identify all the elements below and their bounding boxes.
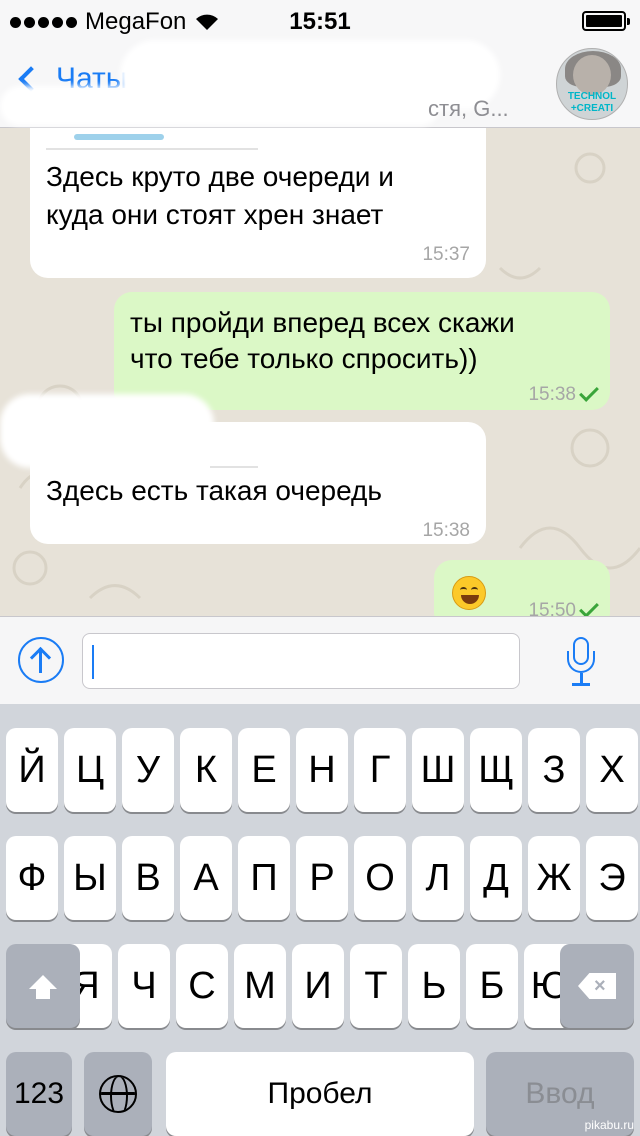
nav-bar: Чаты стя, G... TECHNOL +CREATI — [0, 40, 640, 128]
key-Ф[interactable]: Ф — [6, 836, 58, 920]
sender-name-redacted — [74, 134, 164, 140]
key-А[interactable]: А — [180, 836, 232, 920]
attach-upload-button[interactable] — [18, 637, 64, 683]
key-В[interactable]: В — [122, 836, 174, 920]
space-key[interactable]: Пробел — [166, 1052, 474, 1136]
avatar[interactable]: TECHNOL +CREATI — [556, 48, 628, 120]
key-Ь[interactable]: Ь — [408, 944, 460, 1028]
backspace-key[interactable]: × — [560, 944, 634, 1028]
message-text-line: Здесь есть такая очередь — [46, 475, 382, 506]
key-С[interactable]: С — [176, 944, 228, 1028]
message-bubble-incoming[interactable]: Здесь круто две очереди и куда они стоят… — [30, 128, 486, 278]
key-Х[interactable]: Х — [586, 728, 638, 812]
key-Ч[interactable]: Ч — [118, 944, 170, 1028]
key-Л[interactable]: Л — [412, 836, 464, 920]
message-text-line: куда они стоят хрен знает — [46, 199, 384, 230]
status-bar: MegaFon 15:51 — [0, 0, 640, 40]
chat-area[interactable]: Здесь круто две очереди и куда они стоят… — [0, 128, 640, 616]
message-text-line: ты пройди вперед всех скажи — [130, 307, 515, 338]
message-input[interactable] — [82, 633, 520, 689]
battery-icon — [582, 11, 630, 31]
message-bubble-outgoing[interactable]: ты пройди вперед всех скажи что тебе тол… — [114, 292, 610, 410]
watermark: pikabu.ru — [584, 1118, 634, 1132]
redacted-sender-name — [0, 394, 214, 468]
key-И[interactable]: И — [292, 944, 344, 1028]
key-Т[interactable]: Т — [350, 944, 402, 1028]
grinning-face-emoji-icon — [452, 576, 486, 610]
key-М[interactable]: М — [234, 944, 286, 1028]
message-bubble-outgoing[interactable]: 15:50 — [434, 560, 610, 616]
message-text-line: что тебе только спросить)) — [130, 343, 478, 374]
keyboard: ЙЦУКЕНГШЩЗХ ФЫВАПРОЛДЖЭ ЯЧСМИТЬБЮ × 123 … — [0, 704, 640, 1136]
arrow-up-icon — [29, 646, 52, 669]
shift-key[interactable] — [6, 944, 80, 1028]
globe-key[interactable] — [84, 1052, 152, 1136]
key-Э[interactable]: Э — [586, 836, 638, 920]
microphone-icon[interactable] — [566, 637, 596, 691]
key-Г[interactable]: Г — [354, 728, 406, 812]
message-input-bar — [0, 616, 640, 704]
avatar-text-line1: TECHNOL — [567, 91, 617, 102]
key-Р[interactable]: Р — [296, 836, 348, 920]
numbers-key[interactable]: 123 — [6, 1052, 72, 1136]
key-У[interactable]: У — [122, 728, 174, 812]
message-time: 15:38 — [528, 384, 576, 405]
key-Щ[interactable]: Щ — [470, 728, 522, 812]
key-К[interactable]: К — [180, 728, 232, 812]
key-П[interactable]: П — [238, 836, 290, 920]
key-Ш[interactable]: Ш — [412, 728, 464, 812]
key-Ж[interactable]: Ж — [528, 836, 580, 920]
key-О[interactable]: О — [354, 836, 406, 920]
shift-arrow-icon — [29, 975, 57, 999]
message-time: 15:50 — [528, 600, 576, 616]
read-check-icon — [579, 382, 599, 402]
message-text-line: Здесь круто две очереди и — [46, 161, 394, 192]
key-Ы[interactable]: Ы — [64, 836, 116, 920]
globe-icon — [99, 1075, 137, 1113]
avatar-text-line2: +CREATI — [570, 103, 614, 114]
message-time: 15:38 — [422, 520, 470, 541]
key-Н[interactable]: Н — [296, 728, 348, 812]
key-Б[interactable]: Б — [466, 944, 518, 1028]
key-Й[interactable]: Й — [6, 728, 58, 812]
read-check-icon — [579, 598, 599, 616]
backspace-icon: × — [578, 973, 616, 999]
text-caret — [92, 645, 94, 679]
key-Д[interactable]: Д — [470, 836, 522, 920]
chat-subtitle: стя, G... — [428, 96, 509, 121]
status-time: 15:51 — [289, 8, 351, 35]
key-З[interactable]: З — [528, 728, 580, 812]
message-time: 15:37 — [422, 244, 470, 265]
key-Ц[interactable]: Ц — [64, 728, 116, 812]
key-Е[interactable]: Е — [238, 728, 290, 812]
